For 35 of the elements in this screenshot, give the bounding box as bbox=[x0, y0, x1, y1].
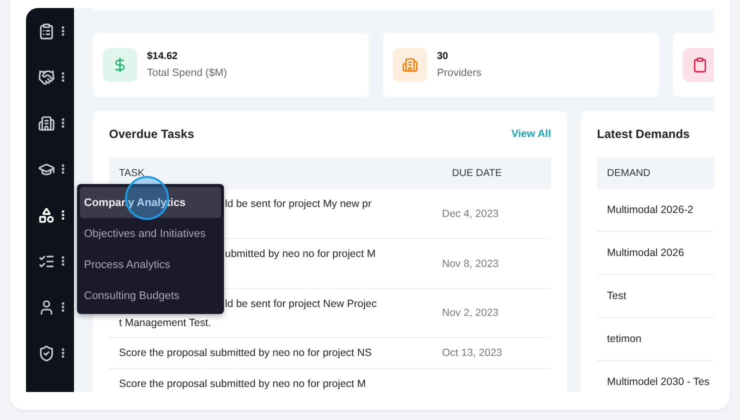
menu-item[interactable]: Process Analytics bbox=[80, 249, 221, 280]
shapes-icon[interactable] bbox=[38, 206, 54, 224]
column-header: DUE DATE bbox=[451, 168, 502, 178]
demand-name: Multimodal 2026-2 bbox=[606, 204, 694, 216]
shield-icon[interactable] bbox=[38, 344, 54, 362]
panel-title: Overdue Tasks bbox=[109, 127, 194, 141]
task-text: ld be sent for project My new pr bbox=[225, 197, 372, 212]
column-header: TASK bbox=[118, 168, 146, 178]
demand-name: Multimodel 2030 - Tes bbox=[606, 376, 710, 388]
menu-item[interactable]: Objectives and Initiatives bbox=[80, 218, 221, 249]
stat-label: Total Spend ($M) bbox=[147, 67, 227, 79]
checklist-icon[interactable] bbox=[38, 252, 54, 270]
demand-name: Multimodal 2026 bbox=[606, 247, 684, 259]
handshake-icon[interactable] bbox=[38, 68, 54, 86]
building-icon[interactable] bbox=[38, 114, 54, 132]
panel-title: Latest Demands bbox=[597, 127, 690, 141]
due-date: Nov 8, 2023 bbox=[441, 258, 499, 270]
task-text: t Management Test. bbox=[119, 316, 212, 331]
column-header: DEMAND bbox=[606, 168, 650, 178]
stat-value: $14.62 bbox=[147, 51, 179, 62]
demand-name: tetimon bbox=[606, 333, 642, 345]
stat-label: Providers bbox=[437, 67, 482, 79]
due-date: Dec 4, 2023 bbox=[441, 208, 499, 220]
menu-item[interactable]: Consulting Budgets bbox=[80, 280, 221, 311]
task-text: ubmitted by neo no for project M bbox=[225, 247, 376, 262]
task-text: Score the proposal submitted by neo no for project NS bbox=[119, 346, 372, 361]
task-text: Score the proposal submitted by neo no for project M bbox=[119, 377, 366, 392]
stat-value: 30 bbox=[437, 51, 450, 62]
clipboard-icon[interactable] bbox=[38, 22, 54, 40]
due-date: Nov 2, 2023 bbox=[441, 307, 499, 319]
due-date: Oct 13, 2023 bbox=[441, 347, 502, 359]
demand-name: Test bbox=[606, 290, 626, 302]
building-icon bbox=[402, 57, 418, 73]
clipboard-icon bbox=[692, 57, 708, 73]
task-text: ld be sent for project New Projec bbox=[225, 297, 377, 312]
